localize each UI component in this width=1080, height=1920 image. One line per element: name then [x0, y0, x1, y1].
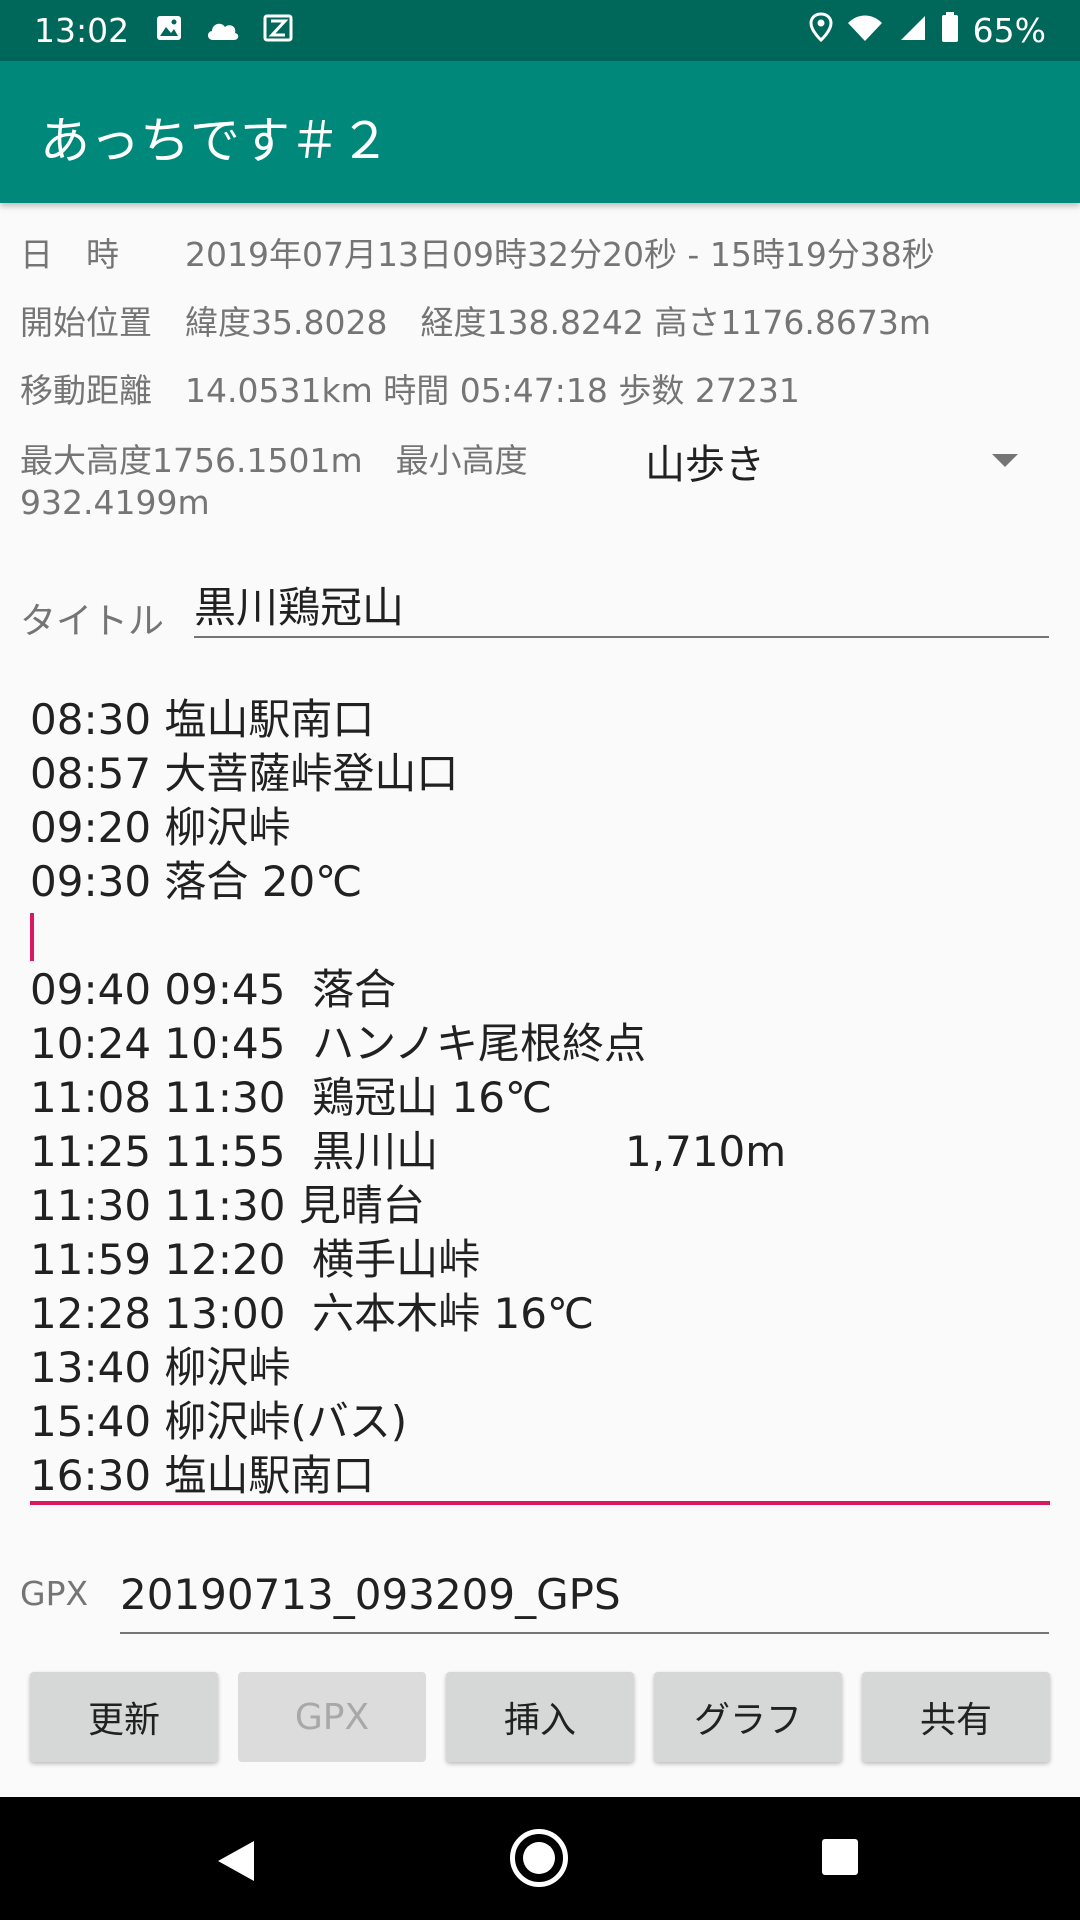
back-icon[interactable] — [218, 1841, 254, 1881]
note-line: 08:30 塩山駅南口 — [30, 695, 375, 744]
altitude-text: 最大高度1756.1501m 最小高度 932.4199m — [20, 441, 528, 522]
note-line: 15:40 柳沢峠(バス) — [30, 1397, 408, 1446]
activity-type-value: 山歩き — [645, 442, 765, 488]
gpx-label: GPX — [20, 1574, 89, 1613]
title-label: タイトル — [20, 601, 165, 642]
note-line: 16:30 塩山駅南口 — [30, 1451, 375, 1500]
gpx-filename-input[interactable]: 20190713_093209_GPS — [120, 1570, 1049, 1634]
status-right-icons: 65% — [809, 11, 1046, 51]
status-time: 13:02 — [34, 11, 130, 50]
status-bar: 13:02 65% — [0, 0, 1080, 61]
notes-textarea[interactable]: 08:30 塩山駅南口 08:57 大菩薩峠登山口 09:20 柳沢峠 09:3… — [30, 693, 1050, 1505]
position-label: 開始位置 — [20, 303, 152, 342]
home-icon[interactable] — [510, 1829, 568, 1887]
text-cursor — [30, 913, 34, 961]
distance-value: 14.0531km 時間 05:47:18 歩数 27231 — [185, 371, 800, 410]
note-line: 12:28 13:00 六本木峠 16℃ — [30, 1289, 595, 1338]
note-line: 11:25 11:55 黒川山 1,710m — [30, 1127, 787, 1176]
share-button[interactable]: 共有 — [862, 1672, 1050, 1762]
title-input[interactable]: 黒川鶏冠山 — [194, 574, 1049, 638]
note-line: 08:57 大菩薩峠登山口 — [30, 749, 459, 798]
image-icon — [155, 11, 183, 50]
insert-button[interactable]: 挿入 — [446, 1672, 634, 1762]
note-line: 11:08 11:30 鶏冠山 16℃ — [30, 1073, 553, 1122]
distance-label: 移動距離 — [20, 371, 152, 410]
app-icon — [263, 11, 293, 50]
position-row: 開始位置 緯度35.8028 経度138.8242 高さ1176.8673m — [20, 296, 931, 344]
note-line: 09:30 落合 20℃ — [30, 857, 363, 906]
position-value: 緯度35.8028 経度138.8242 高さ1176.8673m — [185, 303, 932, 342]
date-row: 日 時 2019年07月13日09時32分20秒 - 15時19分38秒 — [20, 228, 935, 276]
date-label: 日 時 — [20, 235, 119, 274]
graph-button[interactable]: グラフ — [654, 1672, 842, 1762]
note-line: 11:59 12:20 横手山峠 — [30, 1235, 481, 1284]
note-line: 13:40 柳沢峠 — [30, 1343, 291, 1392]
recent-apps-icon[interactable] — [822, 1839, 858, 1875]
location-icon — [809, 11, 833, 50]
status-left-icons — [155, 11, 293, 50]
dropdown-arrow-icon — [992, 454, 1018, 467]
app-bar: あっちです＃２ — [0, 61, 1080, 203]
wifi-icon — [847, 11, 883, 50]
note-line: 11:30 11:30 見晴台 — [30, 1181, 425, 1230]
note-line — [30, 909, 1050, 963]
update-button[interactable]: 更新 — [30, 1672, 218, 1762]
date-value: 2019年07月13日09時32分20秒 - 15時19分38秒 — [185, 235, 935, 274]
note-line: 09:40 09:45 落合 — [30, 965, 397, 1014]
signal-icon — [897, 11, 927, 50]
navigation-bar — [0, 1797, 1080, 1920]
battery-percent: 65% — [972, 11, 1046, 50]
distance-row: 移動距離 14.0531km 時間 05:47:18 歩数 27231 — [20, 364, 800, 412]
activity-type-dropdown[interactable]: 山歩き — [645, 432, 1040, 488]
screen: 13:02 65% あっちです＃２ 日 時 2019年07月13日09時32分2… — [0, 0, 1080, 1920]
note-line: 09:20 柳沢峠 — [30, 803, 291, 852]
page-title: あっちです＃２ — [40, 112, 390, 170]
note-line: 10:24 10:45 ハンノキ尾根終点 — [30, 1019, 647, 1068]
battery-icon — [941, 11, 959, 51]
gpx-button: GPX — [238, 1672, 426, 1762]
cloud-icon — [205, 11, 241, 50]
